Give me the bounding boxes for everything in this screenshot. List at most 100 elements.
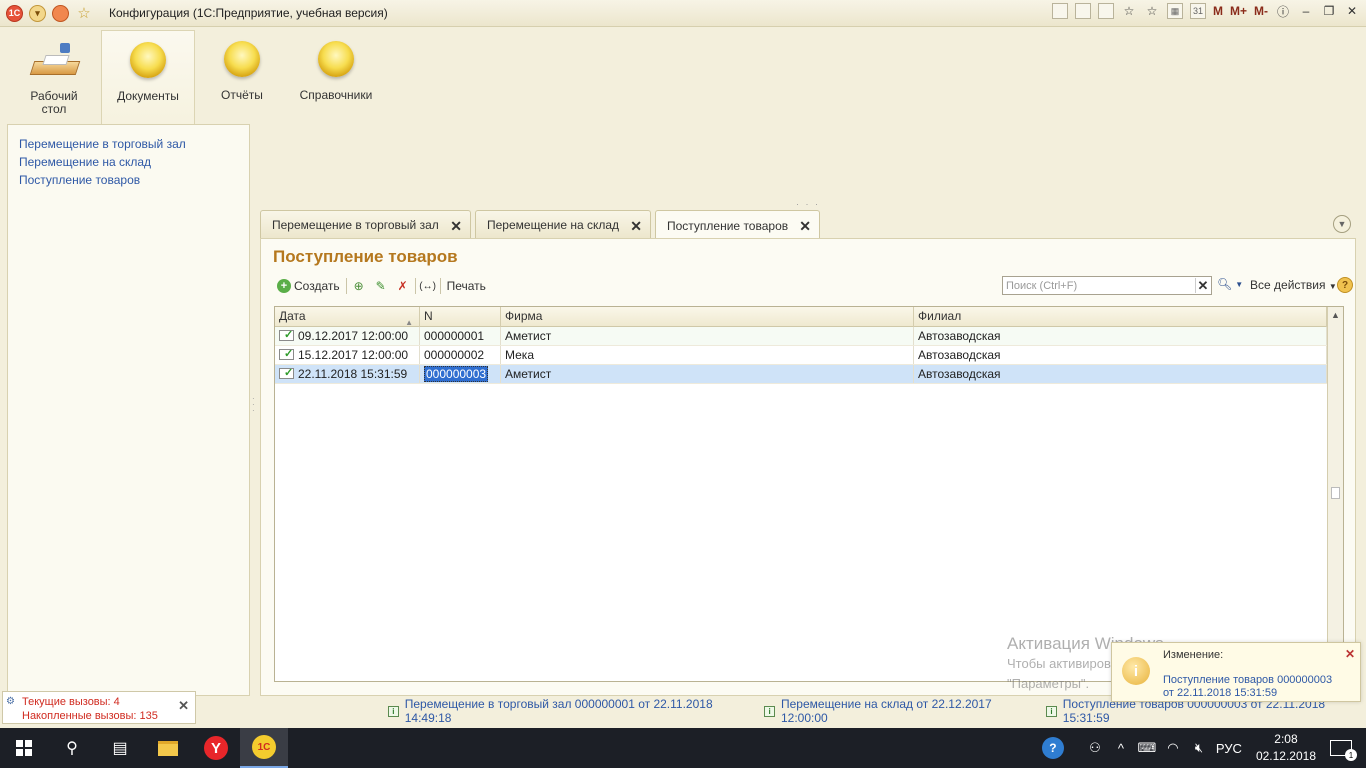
history-icon[interactable] (52, 4, 69, 22)
current-calls: Текущие вызовы: 4 (22, 696, 120, 708)
minimize-icon[interactable]: – (1298, 3, 1314, 19)
section-documents[interactable]: Документы (101, 30, 195, 124)
history-item[interactable]: i Перемещение в торговый зал 000000001 о… (388, 697, 752, 725)
close-window-icon[interactable]: ✕ (1344, 3, 1360, 19)
table-row[interactable]: 15.12.2017 12:00:00 000000002 Мека Автоз… (275, 346, 1343, 365)
horizontal-splitter[interactable]: · · · (796, 199, 820, 209)
nav-item-move-to-hall[interactable]: Перемещение в торговый зал (19, 137, 249, 155)
people-icon[interactable]: ⚇ (1084, 740, 1106, 756)
memory-m-button[interactable]: M (1213, 4, 1223, 18)
search-field[interactable]: ✕ (1002, 276, 1212, 295)
column-header-date[interactable]: Дата ▲ (275, 307, 420, 327)
print-button[interactable]: Печать (445, 276, 488, 296)
restore-icon[interactable]: ❐ (1321, 3, 1337, 19)
info-icon: i (764, 705, 775, 717)
help-icon[interactable]: ? (1041, 737, 1064, 759)
server-calls-panel: ⚙ Текущие вызовы: 4 Накопленные вызовы: … (2, 691, 196, 724)
close-icon[interactable]: ✕ (1345, 647, 1355, 661)
preview-icon[interactable] (1097, 3, 1114, 19)
scroll-thumb[interactable] (1331, 487, 1340, 499)
clock[interactable]: 2:08 02.12.2018 (1256, 731, 1316, 765)
edit-pencil-icon[interactable]: ✎ (373, 278, 389, 294)
close-icon[interactable]: ✕ (450, 218, 462, 235)
yandex-browser-icon: Y (204, 736, 228, 760)
search-input[interactable] (1003, 277, 1193, 294)
notification-link[interactable]: Поступление товаров 000000003 от 22.11.2… (1163, 674, 1343, 700)
scroll-up-icon[interactable]: ▲ (1331, 310, 1340, 320)
window-title: Конфигурация (1С:Предприятие, учебная ве… (109, 6, 388, 20)
tabs-dropdown-icon[interactable]: ▼ (1333, 215, 1351, 233)
post-document-icon[interactable]: (↔) (419, 278, 436, 294)
wifi-icon[interactable]: ◠ (1162, 740, 1184, 756)
start-button[interactable] (0, 728, 48, 768)
taskbar-1c[interactable]: 1С (240, 728, 288, 768)
info-icon: i (388, 705, 399, 717)
table-header: Дата ▲ N Фирма Филиал (275, 307, 1343, 327)
taskbar-yandex-browser[interactable]: Y (192, 728, 240, 768)
calendar-icon[interactable]: 31 (1189, 3, 1206, 19)
section-label: Рабочий стол (30, 89, 78, 116)
sort-ascending-icon: ▲ (405, 318, 413, 327)
calculator-icon[interactable]: ▦ (1166, 3, 1183, 19)
favorites-list-icon[interactable]: ☆ (1144, 3, 1160, 19)
close-icon[interactable]: ✕ (630, 218, 642, 235)
memory-plus-button[interactable]: M+ (1230, 4, 1247, 18)
main-menu-icon[interactable]: ▾ (29, 4, 46, 22)
app-logo-icon[interactable]: 1С (6, 4, 23, 22)
section-desktop[interactable]: Рабочий стол (7, 30, 101, 124)
info-icon: i (1046, 705, 1057, 717)
action-center-icon[interactable]: 1 (1330, 740, 1357, 761)
posted-document-icon (279, 365, 294, 382)
find-button[interactable]: 🔍︎ ▼ (1217, 277, 1243, 291)
nav-item-move-to-warehouse[interactable]: Перемещение на склад (19, 155, 249, 173)
title-bar: 1С ▾ ☆ Конфигурация (1С:Предприятие, уче… (0, 0, 1366, 27)
vertical-splitter[interactable]: · · · (252, 395, 256, 422)
tab-goods-receipt[interactable]: Поступление товаров ✕ (655, 210, 820, 240)
change-notification[interactable]: i Изменение: Поступление товаров 0000000… (1111, 642, 1361, 702)
history-bar: i Перемещение в торговый зал 000000001 о… (388, 697, 1366, 725)
keyboard-icon[interactable]: ⌨ (1136, 740, 1158, 756)
clear-search-icon[interactable]: ✕ (1195, 278, 1210, 293)
favorites-star-icon[interactable]: ☆ (75, 4, 93, 22)
search-icon[interactable]: ⚲ (48, 728, 96, 768)
volume-muted-icon[interactable]: 🔇︎ (1188, 740, 1210, 756)
task-view-icon[interactable]: ▤ (96, 728, 144, 768)
save-icon[interactable] (1051, 3, 1068, 19)
tab-move-to-warehouse[interactable]: Перемещение на склад ✕ (475, 210, 651, 239)
taskbar-explorer[interactable] (144, 728, 192, 768)
date-cell: 15.12.2017 12:00:00 (275, 346, 420, 364)
delete-mark-icon[interactable]: ✗ (395, 278, 411, 294)
add-favorite-icon[interactable]: ☆ (1121, 3, 1137, 19)
section-reports[interactable]: Отчёты (195, 30, 289, 124)
section-label: Документы (117, 89, 179, 103)
print-icon[interactable] (1074, 3, 1091, 19)
accumulated-calls: Накопленные вызовы: 135 (22, 710, 158, 722)
help-icon[interactable]: ? (1337, 277, 1353, 293)
close-icon[interactable]: ✕ (178, 698, 189, 714)
column-header-branch[interactable]: Филиал (914, 307, 1327, 327)
language-indicator[interactable]: РУС (1214, 741, 1244, 756)
memory-minus-button[interactable]: M- (1254, 4, 1268, 18)
documents-table: Дата▲ N Фирма Филиал 09.12.2017 12:00:00… (274, 306, 1344, 682)
info-icon[interactable]: ⓘ (1275, 3, 1291, 19)
copy-icon[interactable]: ⊕ (351, 278, 367, 294)
list-form: Поступление товаров + Создать ⊕ ✎ ✗ (↔) … (260, 238, 1356, 696)
column-header-number[interactable]: N (420, 307, 501, 327)
table-row[interactable]: 09.12.2017 12:00:00 000000001 Аметист Ав… (275, 327, 1343, 346)
windows-taskbar: ⚲ ▤ Y 1С ? ⚇ ^ ⌨ ◠ 🔇︎ РУС 2:08 02.12.201… (0, 728, 1366, 768)
show-hidden-icons-chevron-icon[interactable]: ^ (1110, 741, 1132, 756)
system-tray: ? ⚇ ^ ⌨ ◠ 🔇︎ РУС 2:08 02.12.2018 1 (1041, 728, 1366, 768)
all-actions-button[interactable]: Все действия ▼ (1250, 278, 1337, 292)
date-cell: 09.12.2017 12:00:00 (275, 327, 420, 345)
section-catalogs[interactable]: Справочники (289, 30, 383, 124)
table-scrollbar[interactable]: ▲ (1327, 307, 1343, 681)
close-icon[interactable]: ✕ (799, 218, 811, 235)
nav-item-goods-receipt[interactable]: Поступление товаров (19, 173, 249, 191)
tab-move-to-hall[interactable]: Перемещение в торговый зал ✕ (260, 210, 471, 239)
history-item[interactable]: i Перемещение на склад от 22.12.2017 12:… (764, 697, 1034, 725)
create-button[interactable]: + Создать (275, 276, 342, 296)
column-header-firm[interactable]: Фирма (501, 307, 914, 327)
section-label: Отчёты (221, 88, 263, 102)
table-row-selected[interactable]: 22.11.2018 15:31:59 000000003 Аметист Ав… (275, 365, 1343, 384)
sections-panel: Рабочий стол Документы Отчёты Справочники (7, 30, 383, 124)
